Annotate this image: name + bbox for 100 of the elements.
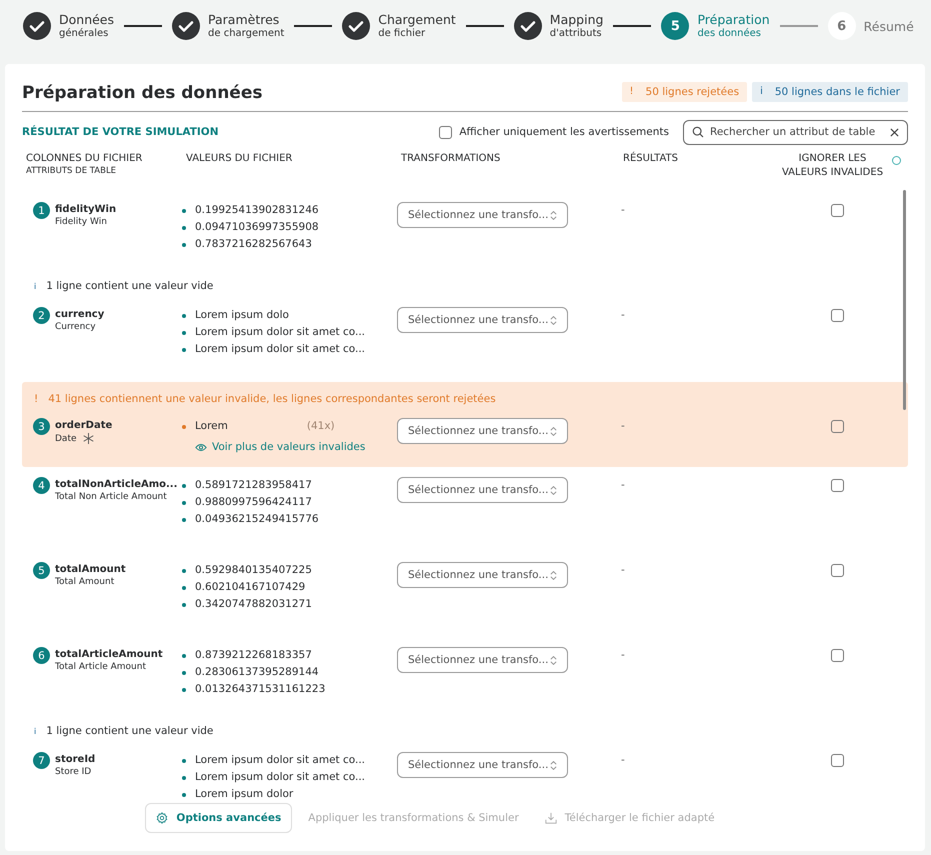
chevron-icon	[550, 210, 557, 220]
step-title: Données	[59, 12, 114, 27]
row-number: 2	[33, 307, 50, 324]
info-icon: i	[760, 86, 763, 97]
info-icon: i	[34, 282, 36, 290]
step-number: 5	[661, 12, 690, 40]
chevron-icon	[550, 426, 557, 436]
file-value: 0.9880997596424117	[195, 495, 312, 510]
step-subtitle: d'attributs	[550, 27, 603, 40]
file-value: Lorem ipsum dolor sit amet co...	[195, 770, 366, 785]
attribute-label: Total Non Article Amount	[55, 492, 167, 502]
column-header: VALEURS DU FICHIER	[186, 152, 294, 166]
attribute-name: totalArticleAmount	[55, 648, 163, 662]
row-number: 7	[33, 752, 50, 769]
attribute-name: storeId	[55, 753, 96, 767]
row-number: 6	[33, 647, 50, 664]
column-header: RÉSULTATS	[623, 152, 679, 166]
file-value: 0.04936215249415776	[195, 512, 319, 527]
attribute-label: Total Amount	[55, 577, 114, 587]
step-title: Préparation	[697, 12, 770, 27]
transformation-select[interactable]: Sélectionnez une transfo...	[397, 307, 568, 333]
step-subtitle: de chargement	[208, 27, 284, 40]
step-title: Mapping	[550, 12, 604, 27]
transformation-select[interactable]: Sélectionnez une transfo...	[397, 752, 568, 778]
step-title: Paramètres	[208, 12, 280, 27]
ignore-checkbox[interactable]	[830, 479, 844, 492]
column-header: TRANSFORMATIONS	[401, 152, 502, 166]
file-value: 0.19925413902831246	[195, 203, 319, 218]
file-value: Lorem ipsum dolor sit amet co...	[195, 325, 366, 340]
warning-icon: !	[34, 393, 38, 405]
file-value: 0.7837216282567643	[195, 237, 312, 252]
advanced-options-button[interactable]: Options avancées	[145, 803, 292, 833]
row-number: 4	[33, 477, 50, 494]
column-subheader: ATTRIBUTS DE TABLE	[26, 166, 118, 176]
chevron-icon	[550, 314, 557, 326]
file-value: Lorem ipsum dolo	[195, 308, 289, 323]
result-text: -	[621, 754, 625, 766]
chevron-icon	[550, 654, 557, 666]
transformation-select[interactable]: Sélectionnez une transfo...	[397, 647, 568, 673]
result-text: -	[621, 479, 625, 491]
result-text: -	[621, 649, 625, 661]
chevron-icon	[550, 570, 557, 580]
chevron-icon	[550, 484, 557, 496]
scrollbar[interactable]	[903, 190, 906, 410]
attribute-label: Currency	[55, 322, 96, 332]
file-value: 0.09471036997355908	[195, 220, 319, 235]
row-number: 5	[33, 562, 50, 579]
info-icon: i	[34, 726, 36, 736]
ignore-checkbox[interactable]	[830, 564, 844, 577]
close-icon[interactable]	[890, 128, 899, 136]
asterisk-icon	[82, 433, 94, 444]
file-value: 0.5929840135407225	[195, 563, 312, 578]
file-value: Lorem ipsum dolor	[195, 787, 294, 802]
section-label: RÉSULTAT DE VOTRE SIMULATION	[22, 126, 220, 138]
notice-text: 41 lignes contiennent une valeur invalide, les lignes correspondantes seront rejetées	[48, 393, 496, 405]
ignore-checkbox[interactable]	[830, 309, 844, 322]
transformation-select[interactable]: Sélectionnez une transfo...	[397, 418, 568, 444]
transformation-select[interactable]: Sélectionnez une transfo...	[397, 202, 568, 228]
attribute-label: Date	[55, 434, 77, 444]
search-field[interactable]: Rechercher un attribut de table	[683, 120, 908, 144]
attribute-name: totalAmount	[55, 563, 126, 577]
checkbox-label: Afficher uniquement les avertissements	[459, 126, 669, 138]
attribute-name: totalNonArticleAmo...	[55, 478, 178, 492]
ignore-checkbox[interactable]	[830, 420, 844, 433]
chevron-icon	[550, 760, 557, 770]
transformation-select[interactable]: Sélectionnez une transfo...	[397, 477, 568, 503]
file-value: Lorem	[195, 419, 228, 434]
file-value: Lorem ipsum dolor sit amet co...	[195, 342, 366, 357]
checkbox[interactable]	[439, 126, 452, 138]
column-header: IGNORER LES VALEURS INVALIDES	[780, 152, 884, 180]
show-more-link[interactable]: Voir plus de valeurs invalides	[195, 441, 366, 453]
ignore-checkbox[interactable]	[830, 754, 844, 767]
result-text: -	[621, 420, 625, 432]
notice-text: 1 ligne contient une valeur vide	[46, 725, 214, 737]
file-value: 0.28306137395289144	[195, 665, 319, 680]
transformation-select[interactable]: Sélectionnez une transfo...	[397, 562, 568, 588]
value-count: (41x)	[306, 419, 335, 434]
file-value: 0.602104167107429	[195, 580, 306, 595]
attribute-label: Total Article Amount	[55, 662, 146, 672]
file-value: 0.3420747882031271	[195, 597, 312, 612]
warning-icon: !	[630, 86, 634, 97]
ignore-checkbox[interactable]	[830, 649, 844, 662]
page-title: Préparation des données	[22, 82, 262, 102]
download-icon	[544, 812, 557, 824]
attribute-name: fidelityWin	[55, 203, 116, 217]
file-value: 0.5891721283958417	[195, 478, 312, 493]
step-number: 6	[828, 12, 856, 40]
attribute-label: Fidelity Win	[55, 217, 107, 227]
result-text: -	[621, 309, 625, 321]
file-value: 0.013264371531161223	[195, 682, 326, 697]
eye-icon	[195, 442, 207, 452]
step-title: Résumé	[864, 18, 914, 34]
ignore-checkbox[interactable]	[830, 204, 844, 217]
column-header: COLONNES DU FICHIER	[26, 152, 144, 166]
step-subtitle: générales	[59, 27, 110, 40]
attribute-label: Store ID	[55, 767, 92, 777]
step-subtitle: des données	[697, 27, 762, 40]
notice-text: 1 ligne contient une valeur vide	[46, 280, 214, 292]
result-text: -	[621, 204, 625, 216]
file-value: Lorem ipsum dolor sit amet co...	[195, 753, 366, 768]
